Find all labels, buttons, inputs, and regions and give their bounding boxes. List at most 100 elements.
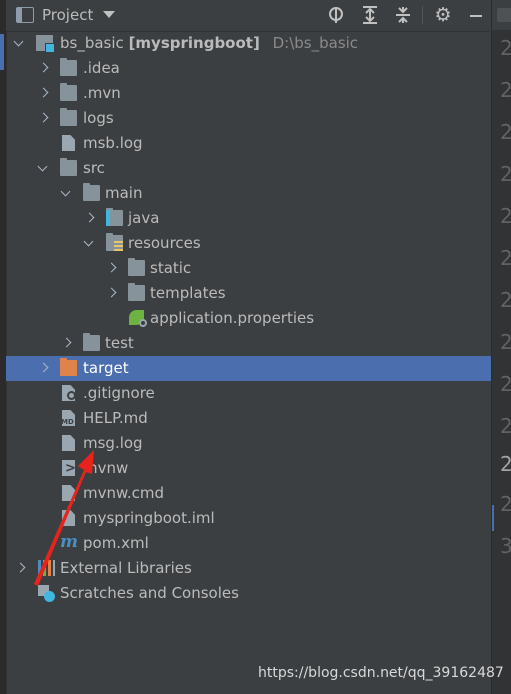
chevron-right-icon[interactable] bbox=[36, 356, 50, 381]
tree-row-myspringboot-iml[interactable]: myspringboot.iml bbox=[6, 506, 491, 531]
maven-icon: m bbox=[60, 532, 78, 552]
tree-row-label: java bbox=[128, 209, 160, 227]
line-number: 2 bbox=[500, 492, 511, 516]
tree-row-idea[interactable]: .idea bbox=[6, 56, 491, 81]
tree-row-external-libraries[interactable]: External Libraries bbox=[6, 556, 491, 581]
line-number: 2 bbox=[500, 288, 511, 312]
watermark-text: https://blog.csdn.net/qq_39162487 bbox=[258, 665, 504, 681]
tree-row-scratches[interactable]: Scratches and Consoles bbox=[6, 581, 491, 606]
line-number: 2 bbox=[500, 330, 511, 354]
tree-row-label: External Libraries bbox=[60, 559, 192, 577]
tree-row-help-md[interactable]: HELP.md bbox=[6, 406, 491, 431]
expand-all-icon[interactable] bbox=[359, 4, 381, 26]
tree-row-application-properties[interactable]: application.properties bbox=[6, 306, 491, 331]
chevron-right-icon[interactable] bbox=[59, 331, 73, 356]
locate-icon[interactable] bbox=[326, 4, 348, 26]
markdown-file-icon bbox=[62, 410, 75, 426]
chevron-right-icon[interactable] bbox=[104, 281, 118, 306]
tree-row-root[interactable]: bs_basic [myspringboot] D:\bs_basic bbox=[6, 31, 491, 56]
tree-row-gitignore[interactable]: .gitignore bbox=[6, 381, 491, 406]
tree-row-label: msb.log bbox=[83, 134, 143, 152]
folder-icon bbox=[60, 83, 77, 101]
editor-caret-marker bbox=[492, 505, 494, 531]
tree-row-mvnw[interactable]: mvnw bbox=[6, 456, 491, 481]
tree-row-target[interactable]: target bbox=[6, 356, 491, 381]
chevron-right-icon[interactable] bbox=[104, 256, 118, 281]
chevron-right-icon[interactable] bbox=[36, 81, 50, 106]
log-file-icon bbox=[62, 435, 75, 451]
tree-row-label: mvnw.cmd bbox=[83, 484, 165, 502]
editor-line-gutter: 2 2 2 2 2 2 2 2 2 2 2 2 3 bbox=[491, 0, 511, 694]
tree-row-label: logs bbox=[83, 109, 114, 127]
tree-row-label: msg.log bbox=[83, 434, 143, 452]
scratches-icon bbox=[38, 585, 55, 602]
tree-row-test[interactable]: test bbox=[6, 331, 491, 356]
tree-row-msg-log[interactable]: msg.log bbox=[6, 431, 491, 456]
log-file-icon bbox=[62, 135, 75, 151]
line-number: 2 bbox=[500, 162, 511, 186]
line-number: 2 bbox=[500, 78, 511, 102]
chevron-down-icon[interactable] bbox=[103, 11, 115, 18]
chevron-down-icon[interactable] bbox=[59, 181, 73, 206]
tree-row-label: bs_basic [myspringboot] D:\bs_basic bbox=[60, 31, 358, 56]
root-path: D:\bs_basic bbox=[272, 34, 359, 52]
tree-row-static[interactable]: static bbox=[6, 256, 491, 281]
tree-row-label: pom.xml bbox=[83, 534, 149, 552]
gear-icon[interactable]: ⚙ bbox=[432, 4, 454, 26]
folder-icon bbox=[83, 183, 100, 201]
folder-icon bbox=[60, 58, 77, 76]
minimize-icon[interactable] bbox=[464, 4, 486, 26]
tree-row-msb-log[interactable]: msb.log bbox=[6, 131, 491, 156]
folder-icon bbox=[60, 158, 77, 176]
tree-row-java[interactable]: java bbox=[6, 206, 491, 231]
chevron-down-icon[interactable] bbox=[12, 31, 26, 56]
tree-row-templates[interactable]: templates bbox=[6, 281, 491, 306]
shell-script-icon bbox=[62, 456, 76, 481]
tree-row-label: resources bbox=[128, 234, 201, 252]
chevron-down-icon[interactable] bbox=[82, 231, 96, 256]
libraries-icon bbox=[38, 560, 55, 576]
tree-row-mvn[interactable]: .mvn bbox=[6, 81, 491, 106]
tree-row-label: .gitignore bbox=[83, 384, 155, 402]
folder-icon bbox=[60, 108, 77, 126]
tree-row-label: HELP.md bbox=[83, 409, 148, 427]
line-number: 2 bbox=[500, 372, 511, 396]
chevron-right-icon[interactable] bbox=[36, 106, 50, 131]
chevron-right-icon[interactable] bbox=[13, 556, 27, 581]
tree-row-label: static bbox=[150, 259, 192, 277]
editor-tab-bar bbox=[492, 0, 511, 31]
line-number: 2 bbox=[500, 414, 511, 438]
line-number: 2 bbox=[500, 246, 511, 270]
line-number: 3 bbox=[500, 534, 511, 558]
collapse-all-icon[interactable] bbox=[392, 4, 414, 26]
tree-row-resources[interactable]: resources bbox=[6, 231, 491, 256]
line-number: 2 bbox=[500, 120, 511, 144]
toolwindow-title[interactable]: Project bbox=[42, 6, 93, 24]
chevron-right-icon[interactable] bbox=[36, 56, 50, 81]
module-folder-icon bbox=[36, 35, 55, 53]
folder-icon bbox=[128, 283, 145, 301]
text-file-icon bbox=[62, 485, 75, 501]
line-number: 2 bbox=[500, 452, 511, 476]
tree-row-label: main bbox=[105, 184, 143, 202]
chevron-right-icon[interactable] bbox=[82, 206, 96, 231]
tree-row-main[interactable]: main bbox=[6, 181, 491, 206]
ignore-file-icon bbox=[62, 385, 75, 401]
project-toolwindow-header: Project ⚙ bbox=[6, 0, 490, 32]
line-number: 2 bbox=[500, 204, 511, 228]
module-file-icon bbox=[62, 510, 75, 526]
folder-icon bbox=[128, 258, 145, 276]
header-separator bbox=[422, 6, 423, 24]
chevron-down-icon[interactable] bbox=[36, 156, 50, 181]
project-icon bbox=[16, 7, 34, 23]
tree-row-label: Scratches and Consoles bbox=[60, 584, 239, 602]
editor-tab[interactable] bbox=[497, 8, 511, 22]
tree-row-src[interactable]: src bbox=[6, 156, 491, 181]
tree-row-logs[interactable]: logs bbox=[6, 106, 491, 131]
tree-row-mvnw-cmd[interactable]: mvnw.cmd bbox=[6, 481, 491, 506]
tree-row-pom-xml[interactable]: m pom.xml bbox=[6, 531, 491, 556]
excluded-folder-icon bbox=[60, 358, 77, 376]
tree-row-label: .mvn bbox=[83, 84, 121, 102]
project-tool-window-marker[interactable] bbox=[0, 34, 4, 70]
folder-icon bbox=[83, 333, 100, 351]
